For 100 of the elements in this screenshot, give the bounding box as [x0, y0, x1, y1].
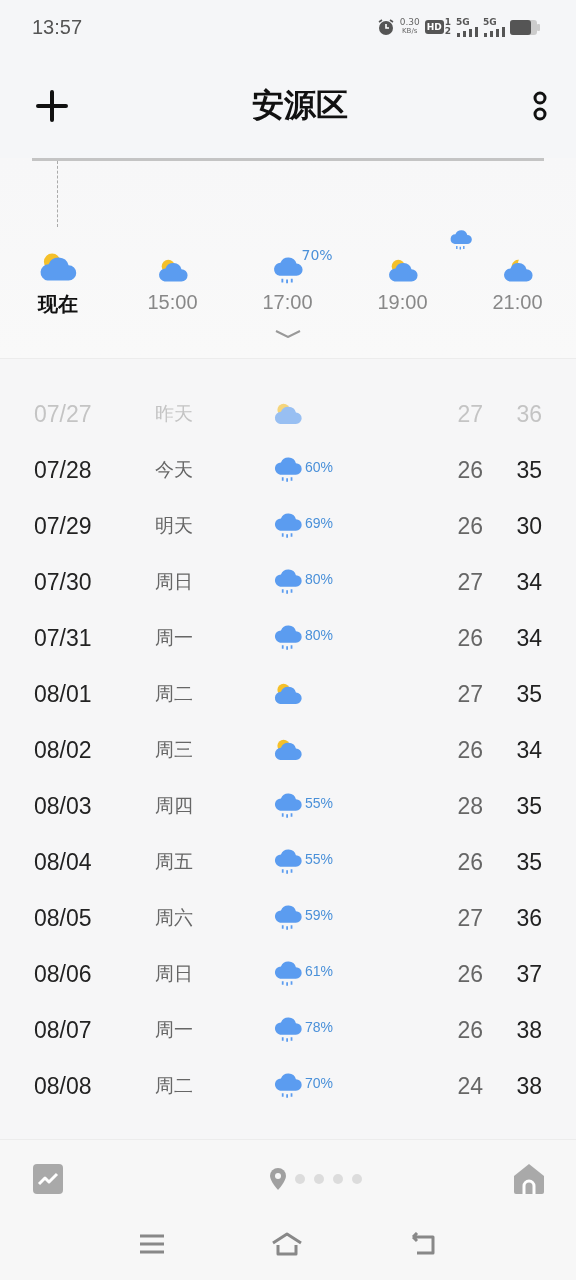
more-icon — [532, 90, 548, 122]
rain-cloud-icon — [273, 512, 303, 540]
weekday-text: 周一 — [155, 626, 194, 650]
rain-cloud-icon — [273, 848, 303, 876]
precip-chance: 59% — [305, 906, 334, 923]
location-pin-icon — [270, 1168, 286, 1190]
network-type: 5G — [483, 17, 498, 27]
low-temp: 27 — [456, 680, 483, 708]
signal-icon — [456, 26, 478, 37]
hour-label: 现在 — [37, 291, 78, 318]
sim-number: 1 — [444, 18, 451, 27]
high-temp: 30 — [515, 512, 542, 540]
battery-icon — [510, 19, 540, 35]
rain-cloud-icon — [273, 568, 303, 596]
hour-item[interactable]: 19:00 — [345, 249, 460, 318]
low-temp: 26 — [456, 960, 483, 988]
low-temp: 26 — [456, 624, 483, 652]
network-speed: 0.30 — [399, 18, 420, 27]
low-temp: 26 — [456, 456, 483, 484]
high-temp: 37 — [515, 960, 542, 988]
weekday-text: 周二 — [155, 682, 194, 706]
date-text: 08/08 — [34, 1072, 93, 1100]
trend-chart-icon — [33, 1164, 63, 1194]
hour-label: 21:00 — [492, 291, 543, 314]
rain-cloud-icon — [273, 792, 303, 820]
page-dot-icon — [352, 1174, 362, 1184]
home-city-button[interactable] — [514, 1164, 544, 1194]
precip-chance: 70% — [305, 1074, 334, 1091]
date-text: 08/02 — [34, 736, 93, 764]
low-temp: 26 — [456, 1016, 483, 1044]
precip-chance: 78% — [305, 1018, 334, 1035]
page-dot-icon — [295, 1174, 305, 1184]
high-temp: 36 — [515, 904, 542, 932]
low-temp: 27 — [456, 568, 483, 596]
network-type: 5G — [456, 17, 471, 27]
high-temp: 35 — [515, 848, 542, 876]
hour-item[interactable]: 70% 17:00 — [230, 249, 345, 318]
low-temp: 24 — [456, 1072, 483, 1100]
hour-label: 15:00 — [147, 291, 198, 314]
weekday-text: 周日 — [155, 962, 194, 986]
high-temp: 38 — [515, 1016, 542, 1044]
menu-icon — [139, 1234, 165, 1254]
high-temp: 34 — [515, 736, 542, 764]
add-icon — [36, 90, 68, 122]
precip-chance: 61% — [305, 962, 334, 979]
weekday-text: 周五 — [155, 850, 194, 874]
date-text: 08/07 — [34, 1016, 93, 1044]
hd-badge: HD — [424, 20, 444, 34]
precip-chance: 80% — [305, 570, 334, 587]
low-temp: 28 — [456, 792, 483, 820]
high-temp: 35 — [515, 456, 542, 484]
rain-cloud-icon — [273, 904, 303, 932]
date-text: 07/30 — [34, 568, 93, 596]
high-temp: 34 — [515, 568, 542, 596]
hour-item[interactable]: 21:00 — [460, 249, 575, 318]
date-text: 08/04 — [34, 848, 93, 876]
precip-chance: 80% — [305, 626, 334, 643]
low-temp: 26 — [456, 512, 483, 540]
high-temp: 35 — [515, 792, 542, 820]
back-icon — [409, 1232, 437, 1256]
date-text: 08/05 — [34, 904, 93, 932]
high-temp: 34 — [515, 624, 542, 652]
weekday-text: 明天 — [155, 514, 194, 538]
hour-label: 19:00 — [377, 291, 428, 314]
chevron-down-icon — [275, 330, 301, 338]
precip-chance: 55% — [305, 794, 334, 811]
weekday-text: 周三 — [155, 738, 194, 762]
high-temp: 35 — [515, 680, 542, 708]
signal-icon — [483, 26, 505, 37]
page-dot-icon — [333, 1174, 343, 1184]
date-text: 08/06 — [34, 960, 93, 988]
weekday-text: 今天 — [155, 458, 194, 482]
alarm-icon — [376, 18, 395, 36]
home-icon — [271, 1232, 303, 1256]
precip-chance: 60% — [305, 458, 334, 475]
rain-cloud-icon — [273, 624, 303, 652]
date-text: 07/28 — [34, 456, 93, 484]
status-time: 13:57 — [32, 15, 83, 39]
low-temp: 26 — [456, 848, 483, 876]
hour-label: 17:00 — [262, 291, 313, 314]
rain-cloud-icon — [449, 230, 473, 251]
date-text: 08/03 — [34, 792, 93, 820]
weekday-text: 周六 — [155, 906, 194, 930]
rain-cloud-icon — [273, 960, 303, 988]
rain-cloud-icon — [271, 256, 304, 285]
rain-cloud-icon — [273, 1016, 303, 1044]
hour-item[interactable]: 15:00 — [115, 249, 230, 318]
sim-number: 2 — [444, 27, 451, 36]
weekday-text: 周二 — [155, 1074, 194, 1098]
low-temp: 27 — [456, 904, 483, 932]
weekday-text: 周四 — [155, 794, 194, 818]
hour-item[interactable]: 现在 — [0, 249, 115, 318]
weekday-text: 周一 — [155, 1018, 194, 1042]
weekday-text: 周日 — [155, 570, 194, 594]
trend-button[interactable] — [33, 1164, 63, 1194]
high-temp: 38 — [515, 1072, 542, 1100]
city-title: 安源区 — [252, 85, 348, 126]
rain-cloud-icon — [273, 456, 303, 484]
rain-cloud-icon — [273, 1072, 303, 1100]
precip-chance: 69% — [305, 514, 334, 531]
